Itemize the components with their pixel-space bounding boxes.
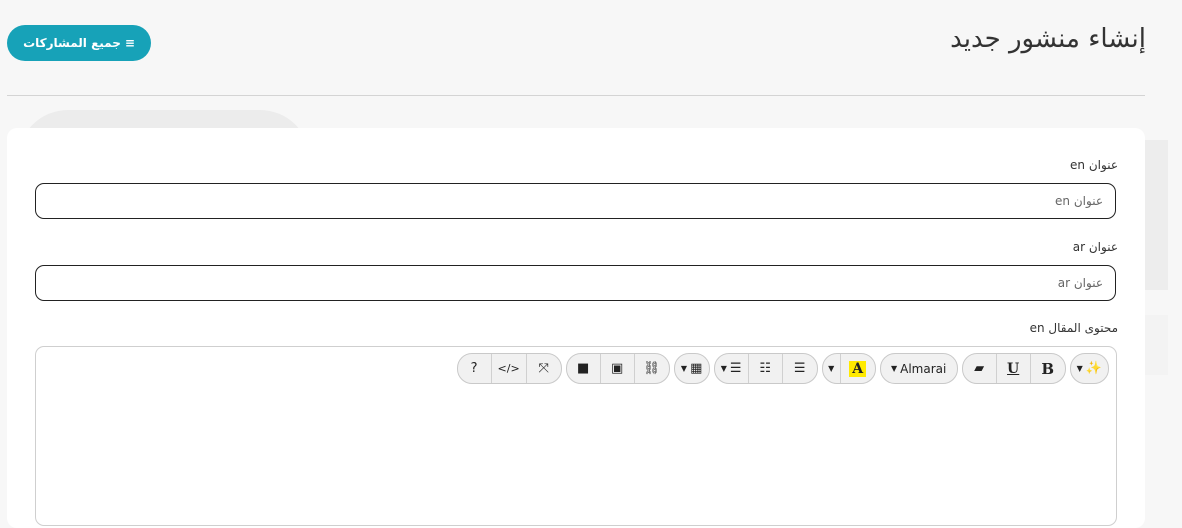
bold-button[interactable]: B [1031,354,1065,383]
ordered-list-icon: ☷ [759,361,771,376]
view-group: ? </> ⤧ [456,353,562,384]
title-en-input[interactable] [35,183,1116,219]
link-icon: ⛓ [643,361,660,376]
page-title: إنشاء منشور جديد [950,24,1146,54]
magic-wand-icon: ✨ [1085,361,1102,376]
font-family-group: ▼ Almarai [879,353,958,384]
highlight-icon: A [849,360,867,377]
title-en-label: عنوان en [1070,158,1118,172]
caret-down-icon: ▼ [680,364,688,373]
align-icon: ☰ [729,361,742,376]
header-divider [7,95,1145,96]
content-en-label: محتوى المقال en [1029,321,1118,335]
all-posts-label: جميع المشاركات [23,36,121,50]
code-view-button[interactable]: </> [492,354,527,383]
caret-down-icon: ▼ [720,364,727,373]
highlight-color-button[interactable]: A [841,354,875,383]
picture-icon: ▣ [611,361,624,376]
help-button[interactable]: ? [458,354,492,383]
caret-down-icon: ▼ [1076,364,1083,373]
font-family-value: Almarai [900,361,947,376]
style-group: ▼ ✨ [1069,353,1109,384]
link-button[interactable]: ⛓ [635,354,669,383]
list-icon: ≡ [124,36,135,50]
unordered-list-button[interactable]: ☰ [783,354,817,383]
color-dropdown-button[interactable]: ▼ [823,354,841,383]
unordered-list-icon: ☰ [793,361,806,376]
picture-button[interactable]: ▣ [601,354,635,383]
font-family-dropdown[interactable]: ▼ Almarai [881,354,957,383]
style-dropdown-button[interactable]: ▼ ✨ [1071,354,1108,383]
caret-down-icon: ▼ [890,364,898,373]
title-ar-input[interactable] [35,265,1116,301]
table-icon: ▦ [690,361,703,376]
eraser-icon: ▰ [974,361,985,376]
eraser-button[interactable]: ▰ [963,354,997,383]
fullscreen-icon: ⤧ [538,361,549,376]
all-posts-button[interactable]: ≡ جميع المشاركات [7,25,151,61]
caret-down-icon: ▼ [828,364,835,373]
color-group: ▼ A [821,353,876,384]
underline-button[interactable]: U [997,354,1031,383]
editor-toolbar: ▼ ✨ ▰ U B ▼ Almarai ▼ A ▼ ☰ ☷ ☰ ▼ ▦ ■ ▣ … [456,353,1109,384]
insert-group: ■ ▣ ⛓ [565,353,670,384]
list-group: ▼ ☰ ☷ ☰ [713,353,818,384]
title-ar-label: عنوان ar [1072,240,1118,254]
fullscreen-button[interactable]: ⤧ [527,354,561,383]
table-dropdown-button[interactable]: ▼ ▦ [675,354,709,383]
font-style-group: ▰ U B [961,353,1066,384]
video-button[interactable]: ■ [567,354,601,383]
paragraph-align-dropdown[interactable]: ▼ ☰ [715,354,749,383]
content-en-editor[interactable]: ▼ ✨ ▰ U B ▼ Almarai ▼ A ▼ ☰ ☷ ☰ ▼ ▦ ■ ▣ … [35,346,1117,526]
table-group: ▼ ▦ [673,353,710,384]
video-icon: ■ [577,361,590,376]
ordered-list-button[interactable]: ☷ [749,354,783,383]
